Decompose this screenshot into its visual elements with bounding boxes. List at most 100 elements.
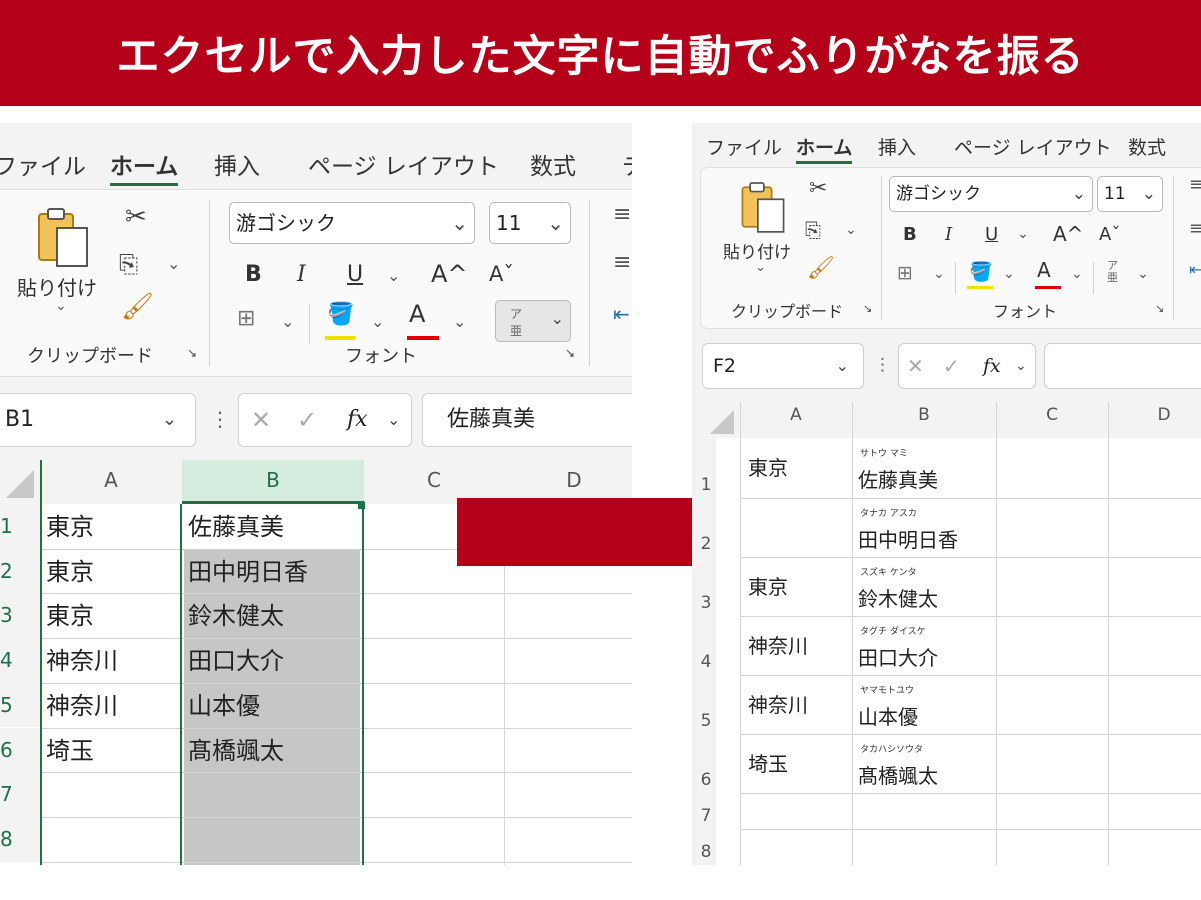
cut-icon[interactable]: ✂ [809,176,827,201]
column-header-a[interactable]: A [40,460,182,504]
cell-b[interactable]: 山本優 [858,701,918,730]
dialog-launcher-icon[interactable]: ↘ [565,346,575,360]
cell-b[interactable]: 田口大介 [858,642,938,671]
phonetic-guide-button[interactable]: ア亜 ⌄ [495,300,571,342]
formula-input[interactable] [1044,343,1201,389]
tab-file[interactable]: ファイル [0,147,86,181]
bold-button[interactable]: B [903,224,917,245]
fill-color-dropdown-icon[interactable]: ⌄ [1003,266,1015,282]
bold-button[interactable]: B [245,262,262,287]
paste-dropdown-icon[interactable]: ⌄ [55,298,67,314]
column-header-b[interactable]: B [182,460,364,504]
column-header-d[interactable]: D [1108,402,1201,438]
cell-a[interactable]: 埼玉 [46,728,94,773]
font-size-select[interactable]: 11 ⌄ [1097,176,1163,212]
font-color-dropdown-icon[interactable]: ⌄ [453,312,466,331]
row-header[interactable]: 8 [692,829,716,865]
name-box[interactable]: B1 ⌄ [0,393,196,447]
align-top-icon[interactable]: ≡ [1189,174,1201,195]
row-header[interactable]: 3 [692,557,716,616]
row-header[interactable]: 5 [0,682,40,728]
cell-b[interactable]: 鈴木健太 [858,583,938,612]
borders-icon[interactable]: ⊞ [237,306,255,331]
decrease-font-button[interactable]: Aˇ [489,262,514,286]
cell-a[interactable]: 神奈川 [46,638,118,683]
row-header[interactable]: 4 [692,616,716,675]
underline-button[interactable]: U [347,262,363,287]
font-name-select[interactable]: 游ゴシック ⌄ [229,202,475,244]
column-header-b[interactable]: B [852,402,996,438]
formula-input[interactable]: 佐藤真美 [422,393,632,447]
font-size-select[interactable]: 11 ⌄ [489,202,571,244]
paste-icon[interactable] [35,206,91,272]
borders-icon[interactable]: ⊞ [897,262,913,284]
phonetic-guide-button[interactable]: ア亜 [1107,260,1118,284]
font-name-select[interactable]: 游ゴシック ⌄ [889,176,1093,212]
align-top-icon[interactable]: ≡ [613,202,631,227]
cancel-icon[interactable]: ✕ [907,344,924,388]
tab-file[interactable]: ファイル [706,133,782,160]
row-header[interactable]: 5 [692,675,716,734]
insert-function-button[interactable]: fx [347,394,368,446]
format-painter-icon[interactable]: 🖌 [121,292,154,322]
enter-icon[interactable]: ✓ [297,394,317,446]
select-all-corner[interactable] [0,460,40,504]
font-color-button[interactable]: A [409,300,425,328]
tab-formulas[interactable]: 数式 [530,147,576,181]
indent-icon[interactable]: ⇤ [1189,260,1201,279]
select-all-corner[interactable] [692,402,740,438]
indent-icon[interactable]: ⇤ [613,302,630,326]
cell-b[interactable]: 佐藤真美 [858,464,938,493]
dialog-launcher-icon[interactable]: ↘ [187,346,197,360]
underline-dropdown-icon[interactable]: ⌄ [387,266,400,285]
cell-a[interactable]: 神奈川 [748,630,808,659]
tab-home[interactable]: ホーム [796,133,853,164]
row-header[interactable]: 6 [692,734,716,793]
insert-function-button[interactable]: fx [983,344,1001,388]
name-box[interactable]: F2 ⌄ [702,343,864,389]
cell-a[interactable]: 東京 [46,593,94,638]
row-header[interactable]: 7 [0,772,40,817]
copy-icon[interactable]: ⎘ [805,218,821,242]
paste-dropdown-icon[interactable]: ⌄ [755,260,766,275]
cell-b[interactable]: 髙橋颯太 [858,760,938,789]
column-header-c[interactable]: C [996,402,1108,438]
row-header[interactable]: 7 [692,793,716,829]
tab-insert[interactable]: 挿入 [878,133,916,160]
font-color-dropdown-icon[interactable]: ⌄ [1071,266,1083,282]
cell-a[interactable]: 埼玉 [748,748,788,777]
underline-dropdown-icon[interactable]: ⌄ [1017,226,1029,242]
fill-handle[interactable] [358,502,365,509]
increase-font-button[interactable]: A^ [1053,222,1083,246]
borders-dropdown-icon[interactable]: ⌄ [933,266,945,282]
align-middle-icon[interactable]: ≡ [1189,218,1201,239]
align-middle-icon[interactable]: ≡ [613,250,631,275]
enter-icon[interactable]: ✓ [943,344,960,388]
font-color-button[interactable]: A [1037,258,1051,282]
copy-dropdown-icon[interactable]: ⌄ [167,254,180,273]
cut-icon[interactable]: ✂ [125,202,147,232]
tab-formulas[interactable]: 数式 [1128,133,1166,160]
more-options-icon[interactable]: ⋮ [210,407,230,431]
worksheet-grid[interactable]: A B C D 1 東京 サトウ マミ 佐藤真美 2 タナカ アスカ 田中明日香 3 東京 スズキ… [692,402,1201,865]
tab-page-layout[interactable]: ページ レイアウト [308,147,499,181]
tab-home[interactable]: ホーム [110,147,179,186]
row-header[interactable]: 3 [0,593,40,639]
row-header[interactable]: 6 [0,727,40,773]
italic-button[interactable]: I [297,262,306,287]
fill-color-icon[interactable]: 🪣 [969,260,993,283]
row-header[interactable]: 2 [692,498,716,557]
fill-color-dropdown-icon[interactable]: ⌄ [371,312,384,331]
row-header[interactable]: 2 [0,548,40,594]
fill-color-icon[interactable]: 🪣 [327,302,354,327]
phonetic-dropdown-icon[interactable]: ⌄ [1137,266,1149,282]
more-options-icon[interactable]: ⋮ [874,355,891,375]
row-header[interactable]: 1 [0,504,40,549]
row-header[interactable]: 8 [0,816,40,862]
cell-a[interactable]: 神奈川 [46,683,118,728]
copy-dropdown-icon[interactable]: ⌄ [845,222,857,238]
cell-a[interactable]: 東京 [748,571,788,600]
underline-button[interactable]: U [985,224,998,245]
cell-a[interactable]: 東京 [46,549,94,594]
cell-b[interactable]: 田中明日香 [858,524,958,553]
